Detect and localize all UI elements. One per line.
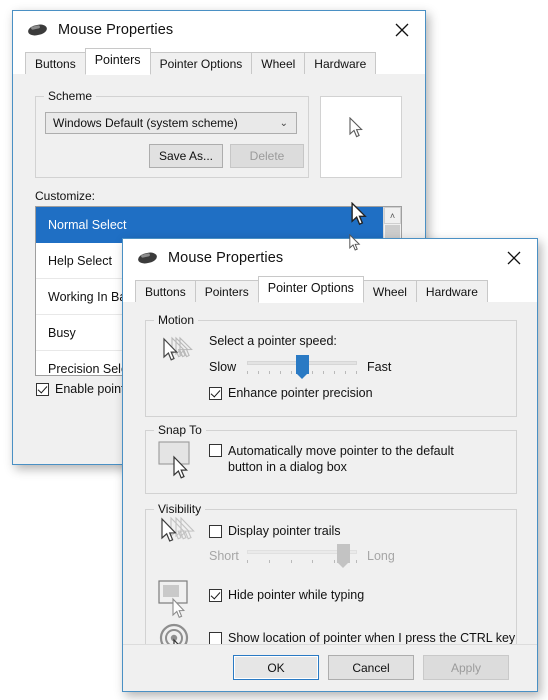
tab-hardware[interactable]: Hardware <box>304 52 377 75</box>
slider-thumb[interactable] <box>295 355 309 379</box>
slow-label: Slow <box>209 360 237 374</box>
enable-pointer-shadow-checkbox[interactable] <box>36 383 49 396</box>
customize-label: Customize: <box>35 189 96 203</box>
cursor-arrow-small-icon <box>349 234 362 252</box>
display-pointer-trails-checkbox[interactable] <box>209 525 222 538</box>
mouse-icon <box>137 251 159 265</box>
trails-short-label: Short <box>209 549 239 563</box>
scheme-group-label: Scheme <box>44 89 97 103</box>
scheme-combobox[interactable]: Windows Default (system scheme) ⌄ <box>45 112 297 134</box>
visibility-group-label: Visibility <box>154 502 206 516</box>
titlebar-front[interactable]: Mouse Properties <box>123 239 537 277</box>
tab-wheel[interactable]: Wheel <box>362 280 417 303</box>
titlebar-back[interactable]: Mouse Properties <box>13 11 425 49</box>
tabstrip-back[interactable]: Buttons Pointers Pointer Options Wheel H… <box>13 48 425 75</box>
tab-hardware[interactable]: Hardware <box>415 280 488 303</box>
close-button[interactable] <box>379 11 425 49</box>
window-title: Mouse Properties <box>168 250 284 266</box>
tab-wheel[interactable]: Wheel <box>251 52 306 75</box>
scroll-up-icon[interactable]: ˄ <box>384 207 401 224</box>
pointer-speed-slider[interactable] <box>247 355 357 379</box>
mouse-properties-window-front[interactable]: Mouse Properties Buttons Pointers Pointe… <box>122 238 538 692</box>
hide-while-typing-icon <box>157 579 201 621</box>
auto-move-pointer-row[interactable]: Automatically move pointer to the defaul… <box>209 443 489 475</box>
enhance-precision-row[interactable]: Enhance pointer precision <box>209 386 373 401</box>
pointer-trails-icon <box>157 516 201 550</box>
enhance-precision-checkbox[interactable] <box>209 387 222 400</box>
hide-pointer-typing-row[interactable]: Hide pointer while typing <box>209 588 364 603</box>
pointer-speed-icon <box>159 335 197 367</box>
dialog-footer: OK Cancel Apply <box>123 644 537 691</box>
hide-pointer-typing-label: Hide pointer while typing <box>228 588 365 602</box>
tab-buttons[interactable]: Buttons <box>25 52 86 75</box>
close-button[interactable] <box>491 239 537 277</box>
enable-pointer-shadow-row[interactable]: Enable pointer <box>36 382 136 397</box>
snap-to-group-label: Snap To <box>154 423 206 437</box>
tab-pointers[interactable]: Pointers <box>194 280 259 303</box>
trails-long-label: Long <box>367 549 395 563</box>
cursor-arrow-icon <box>349 117 365 139</box>
chevron-down-icon: ⌄ <box>279 117 288 129</box>
tab-pointer-options[interactable]: Pointer Options <box>257 276 364 303</box>
auto-move-pointer-checkbox[interactable] <box>209 444 222 457</box>
delete-button: Delete <box>230 144 304 168</box>
apply-button: Apply <box>423 655 509 680</box>
tab-panel-pointer-options: Motion Select a pointer speed: Slow Fast <box>123 302 537 691</box>
tab-pointers[interactable]: Pointers <box>84 48 151 75</box>
cursor-arrow-icon <box>351 202 369 227</box>
display-pointer-trails-label: Display pointer trails <box>228 524 341 538</box>
pointer-speed-label: Select a pointer speed: <box>209 334 337 348</box>
enhance-precision-label: Enhance pointer precision <box>228 386 373 400</box>
cancel-button[interactable]: Cancel <box>328 655 414 680</box>
hide-pointer-typing-checkbox[interactable] <box>209 589 222 602</box>
ok-button[interactable]: OK <box>233 655 319 680</box>
fast-label: Fast <box>367 360 392 374</box>
display-pointer-trails-row[interactable]: Display pointer trails <box>209 524 341 539</box>
snap-to-dialog-icon <box>157 440 201 480</box>
scheme-combobox-value: Windows Default (system scheme) <box>53 116 238 130</box>
tab-buttons[interactable]: Buttons <box>135 280 196 303</box>
tabstrip-front[interactable]: Buttons Pointers Pointer Options Wheel H… <box>123 276 537 303</box>
pointer-trails-slider <box>247 544 357 568</box>
auto-move-pointer-label: Automatically move pointer to the defaul… <box>228 444 454 474</box>
tab-pointer-options[interactable]: Pointer Options <box>149 52 253 75</box>
window-title: Mouse Properties <box>58 22 174 38</box>
save-as-button[interactable]: Save As... <box>149 144 223 168</box>
slider-thumb <box>337 544 351 568</box>
mouse-icon <box>27 23 49 37</box>
pointer-preview <box>320 96 402 178</box>
motion-group-label: Motion <box>154 313 199 327</box>
